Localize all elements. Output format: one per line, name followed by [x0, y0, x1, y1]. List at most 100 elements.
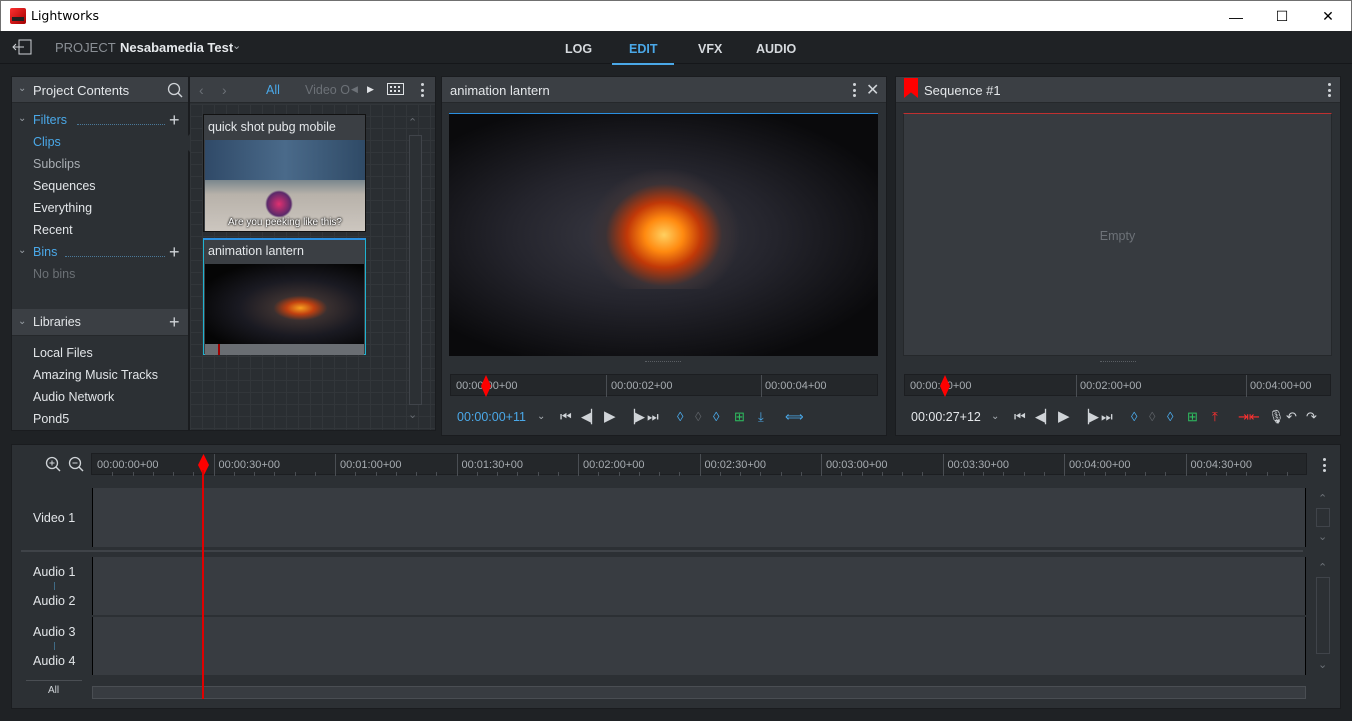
track-label-audio4[interactable]: Audio 4: [33, 654, 75, 668]
source-ruler[interactable]: 00:00:00+00 00:00:02+00 00:00:04+00: [450, 374, 878, 397]
track-label-audio1[interactable]: Audio 1: [33, 565, 75, 579]
undo-icon[interactable]: ↶: [1286, 408, 1297, 426]
library-item[interactable]: Audio Network: [33, 390, 114, 404]
resize-grip[interactable]: [645, 361, 681, 364]
track-label-video1[interactable]: Video 1: [33, 511, 75, 525]
remove-icon[interactable]: ⤒: [1212, 408, 1218, 426]
microphone-icon[interactable]: 🎙: [1268, 408, 1285, 426]
scroll-up-icon[interactable]: ⌃: [1318, 561, 1327, 574]
bin-filter-video[interactable]: Video O: [305, 83, 350, 97]
go-to-end-icon[interactable]: ⏭: [1101, 408, 1113, 426]
go-to-start-icon[interactable]: ⏮: [560, 408, 572, 426]
close-window-button[interactable]: ✕: [1305, 1, 1351, 32]
view-mode-icon[interactable]: [387, 83, 404, 95]
project-name-dropdown[interactable]: Nesabamedia Test: [120, 40, 233, 55]
step-back-icon[interactable]: ◀▏: [1035, 408, 1055, 426]
filter-item-everything[interactable]: Everything: [33, 201, 92, 215]
go-to-start-icon[interactable]: ⏮: [1014, 408, 1026, 426]
mark-clear-icon[interactable]: ◊: [695, 408, 701, 426]
add-filter-button[interactable]: +: [169, 111, 180, 129]
scroll-down-icon[interactable]: ⌄: [1318, 658, 1327, 671]
scroll-up-icon[interactable]: ⌃: [1318, 492, 1327, 505]
resize-grip[interactable]: [1100, 361, 1136, 364]
delete-icon[interactable]: ⇥⇤: [1238, 408, 1260, 426]
add-bin-button[interactable]: +: [169, 243, 180, 261]
mark-out-icon[interactable]: ◊: [1167, 408, 1173, 426]
go-to-end-icon[interactable]: ⏭: [647, 408, 659, 426]
forward-arrow-icon[interactable]: ›: [222, 82, 227, 98]
record-menu-icon[interactable]: [1327, 83, 1331, 97]
step-forward-icon[interactable]: ▕▶: [1079, 408, 1099, 426]
back-arrow-icon[interactable]: ‹: [199, 82, 204, 98]
bins-collapse-icon[interactable]: ⌄: [18, 245, 26, 256]
clip-scrub-bar[interactable]: [205, 344, 364, 355]
filter-item-clips[interactable]: Clips: [33, 135, 61, 149]
video-scrollbar[interactable]: [1316, 508, 1330, 527]
record-ruler[interactable]: 00:00:00+00 00:02:00+00 00:04:00+00: [904, 374, 1331, 397]
zoom-out-icon[interactable]: [68, 456, 84, 472]
filters-collapse-icon[interactable]: ⌄: [18, 113, 26, 124]
exit-project-icon[interactable]: [12, 39, 32, 55]
mark-in-icon[interactable]: ◊: [1131, 408, 1137, 426]
timecode-dropdown-icon[interactable]: ⌄: [991, 408, 999, 426]
minimize-button[interactable]: —: [1213, 1, 1259, 32]
play-icon[interactable]: ▶: [1058, 408, 1070, 426]
play-icon[interactable]: ▶: [604, 408, 616, 426]
timeline-playhead-line[interactable]: [202, 470, 204, 699]
scroll-left-icon[interactable]: ◀: [351, 84, 358, 95]
filter-item-sequences[interactable]: Sequences: [33, 179, 96, 193]
tab-audio[interactable]: AUDIO: [756, 42, 796, 56]
bin-filter-all[interactable]: All: [266, 83, 280, 97]
libraries-section-label[interactable]: Libraries: [33, 315, 81, 329]
bins-section-label[interactable]: Bins: [33, 245, 57, 259]
record-video-frame[interactable]: Empty: [903, 113, 1332, 356]
video-track-area[interactable]: [92, 488, 1306, 547]
search-icon[interactable]: [167, 82, 183, 98]
mark-in-icon[interactable]: ◊: [677, 408, 683, 426]
add-library-button[interactable]: +: [169, 313, 180, 331]
filter-item-subclips[interactable]: Subclips: [33, 157, 80, 171]
zoom-in-icon[interactable]: [45, 456, 61, 472]
clip-tile-selected[interactable]: animation lantern: [203, 238, 366, 355]
redo-icon[interactable]: ↷: [1306, 408, 1317, 426]
library-item[interactable]: Local Files: [33, 346, 93, 360]
all-tracks-button[interactable]: All: [48, 685, 59, 696]
audio-track-area-3-4[interactable]: [92, 617, 1306, 675]
source-video-frame[interactable]: [449, 113, 878, 356]
track-label-audio2[interactable]: Audio 2: [33, 594, 75, 608]
tab-log[interactable]: LOG: [565, 42, 592, 56]
filters-section-label[interactable]: Filters: [33, 113, 67, 127]
mark-clear-icon[interactable]: ◊: [1149, 408, 1155, 426]
audio-track-area-1-2[interactable]: [92, 557, 1306, 615]
libraries-collapse-icon[interactable]: ⌄: [18, 316, 26, 327]
timeline-scrollbar[interactable]: [92, 686, 1306, 699]
overwrite-icon[interactable]: ⟺: [785, 408, 804, 426]
track-separator[interactable]: [21, 550, 1303, 552]
record-timecode[interactable]: 00:00:27+12: [911, 408, 981, 426]
source-timecode[interactable]: 00:00:00+11: [457, 408, 526, 426]
mark-out-icon[interactable]: ◊: [713, 408, 719, 426]
tab-vfx[interactable]: VFX: [698, 42, 722, 56]
bin-scrollbar[interactable]: [409, 135, 422, 405]
source-menu-icon[interactable]: [852, 83, 856, 97]
insert-icon[interactable]: ⤓: [758, 408, 764, 426]
bin-menu-icon[interactable]: [420, 83, 424, 97]
tab-edit[interactable]: EDIT: [629, 42, 657, 56]
timeline-menu-icon[interactable]: [1322, 458, 1326, 472]
scroll-up-icon[interactable]: ⌃: [408, 116, 417, 129]
library-item[interactable]: Pond5: [33, 412, 69, 426]
clip-tile[interactable]: quick shot pubg mobile Are you peeking l…: [203, 114, 366, 232]
scroll-down-icon[interactable]: ⌄: [1318, 530, 1327, 543]
scroll-right-icon[interactable]: ▶: [367, 84, 374, 95]
audio-scrollbar[interactable]: [1316, 577, 1330, 654]
scroll-down-icon[interactable]: ⌄: [408, 408, 417, 421]
step-forward-icon[interactable]: ▕▶: [625, 408, 645, 426]
filter-item-recent[interactable]: Recent: [33, 223, 73, 237]
close-viewer-icon[interactable]: ✕: [866, 80, 879, 100]
library-item[interactable]: Amazing Music Tracks: [33, 368, 158, 382]
timecode-dropdown-icon[interactable]: ⌄: [537, 408, 545, 426]
step-back-icon[interactable]: ◀▏: [581, 408, 601, 426]
timeline-ruler[interactable]: 00:00:00+00 00:00:30+00 00:01:00+00 00:01:3…: [91, 453, 1307, 476]
add-cue-icon[interactable]: ⊞: [1187, 408, 1198, 426]
chevron-down-icon[interactable]: ⌄: [232, 39, 241, 52]
